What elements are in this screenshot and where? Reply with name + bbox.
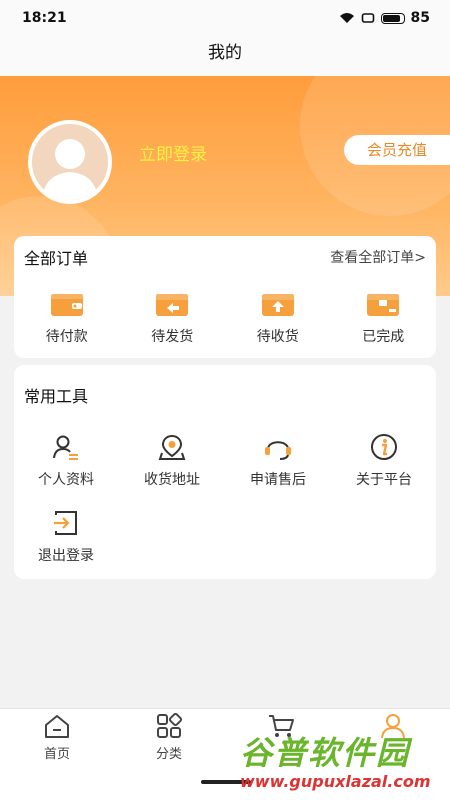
tool-label: 退出登录: [38, 548, 94, 564]
tools-card: 常用工具 个人资料 收货地址 申请售后 关于平台 退出登录: [14, 365, 436, 579]
page-title: 我的: [208, 43, 242, 63]
sim-icon: [361, 13, 374, 23]
location-pin-icon: [158, 434, 186, 460]
order-label: 待收货: [256, 329, 299, 345]
order-pending-shipment[interactable]: 待发货: [127, 292, 217, 346]
home-icon: [45, 715, 69, 738]
battery-icon: [380, 12, 405, 24]
info-icon: [371, 434, 397, 460]
receive-box-icon: [261, 294, 294, 316]
tab-label: 首页: [43, 747, 70, 762]
order-label: 待发货: [151, 329, 194, 345]
vip-recharge-button[interactable]: 会员充值: [344, 135, 450, 165]
tab-category[interactable]: 分类: [139, 713, 199, 762]
status-bar: 18:21 85: [0, 0, 450, 36]
order-completed[interactable]: 已完成: [338, 292, 428, 346]
default-avatar-icon: [42, 139, 98, 200]
site-watermark: 谷普软件园 www.gupuxlazal.com: [240, 734, 444, 794]
ship-box-icon: [156, 294, 189, 316]
orders-card: 全部订单 查看全部订单> 待付款 待发货 待收货 已完成: [14, 236, 436, 358]
tool-logout[interactable]: 退出登录: [16, 509, 116, 565]
watermark-name: 谷普软件园: [240, 734, 411, 772]
wifi-icon: [339, 13, 354, 23]
headset-icon: [265, 441, 291, 460]
tool-label: 收货地址: [144, 472, 200, 488]
tool-label: 个人资料: [38, 472, 94, 488]
tool-address[interactable]: 收货地址: [122, 433, 222, 489]
tool-profile[interactable]: 个人资料: [16, 433, 116, 489]
page-title-bar: 我的: [0, 36, 450, 76]
order-pending-payment[interactable]: 待付款: [22, 292, 112, 346]
login-link[interactable]: 立即登录: [139, 140, 207, 165]
view-all-orders-link[interactable]: 查看全部订单>: [330, 247, 426, 267]
order-pending-receipt[interactable]: 待收货: [233, 292, 323, 346]
wallet-icon: [50, 294, 83, 316]
tab-home[interactable]: 首页: [27, 713, 87, 762]
tool-label: 关于平台: [356, 472, 412, 488]
order-label: 已完成: [362, 329, 405, 345]
tools-title: 常用工具: [24, 387, 89, 406]
completed-box-icon: [367, 294, 400, 316]
category-icon: [157, 713, 183, 738]
order-label: 待付款: [45, 329, 88, 345]
battery-level: 85: [410, 10, 430, 26]
tool-about[interactable]: 关于平台: [334, 433, 434, 489]
avatar[interactable]: [28, 120, 112, 204]
watermark-url: www.gupuxlazal.com: [240, 772, 431, 791]
orders-title: 全部订单: [24, 249, 89, 268]
user-profile-icon: [53, 435, 78, 460]
tab-label: 分类: [155, 747, 182, 762]
tool-aftersales[interactable]: 申请售后: [228, 433, 328, 489]
logout-icon: [54, 511, 77, 535]
status-time: 18:21: [22, 10, 67, 26]
tool-label: 申请售后: [250, 472, 306, 488]
